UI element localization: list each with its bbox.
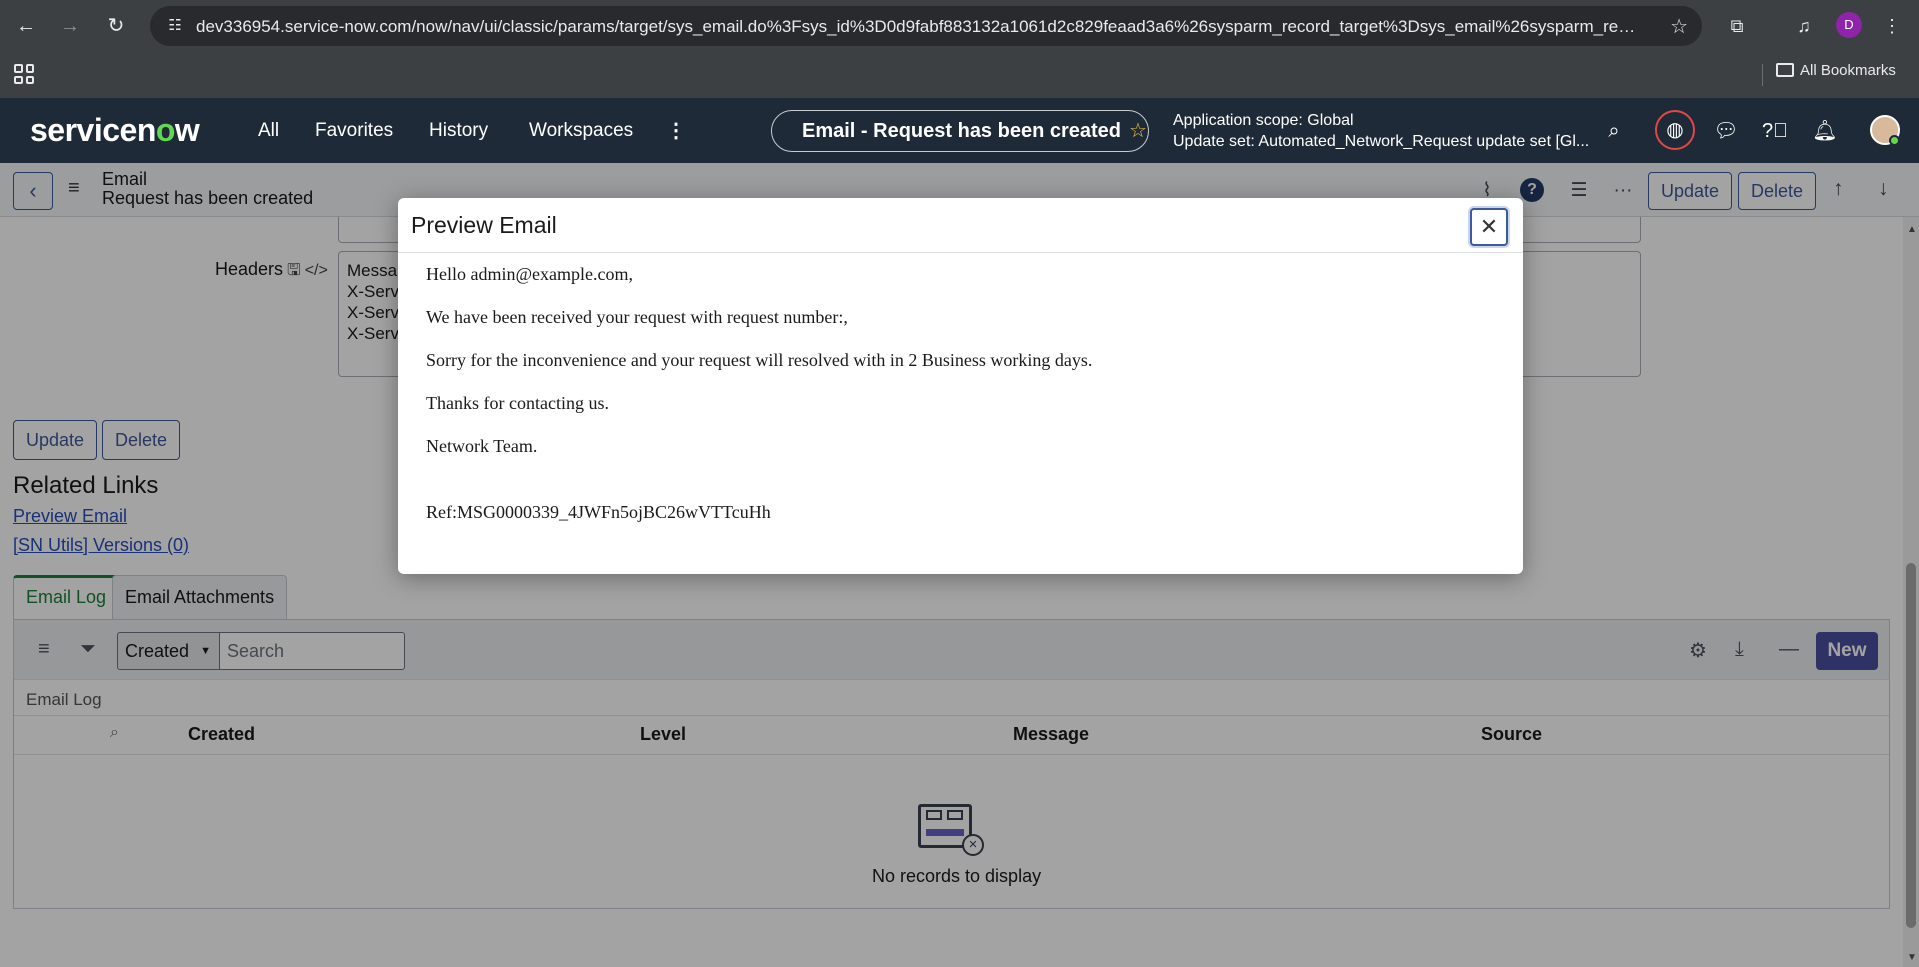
folder-icon xyxy=(1776,63,1794,77)
chat-icon[interactable]: 💬︎ xyxy=(1711,116,1741,146)
apps-grid-icon[interactable] xyxy=(14,64,34,84)
bookmarks-bar: All Bookmarks xyxy=(0,52,1919,98)
bookmark-star-icon[interactable]: ☆ xyxy=(1670,14,1688,39)
email-reference: Ref:MSG0000339_4JWFn5ojBC26wVTTcuHh xyxy=(426,502,771,522)
url-text[interactable]: dev336954.service-now.com/now/nav/ui/cla… xyxy=(196,17,1636,37)
media-control-icon[interactable]: ♫ xyxy=(1790,12,1818,40)
servicenow-logo[interactable]: servicenow xyxy=(30,112,200,149)
back-arrow-icon[interactable]: ← xyxy=(12,12,40,40)
nav-favorites[interactable]: Favorites xyxy=(315,120,393,142)
email-line-thanks: Thanks for contacting us. xyxy=(426,393,609,413)
servicenow-header: servicenow All Favorites History Workspa… xyxy=(0,98,1919,163)
close-icon[interactable]: ✕ xyxy=(1470,208,1508,246)
email-line-apology: Sorry for the inconvenience and your req… xyxy=(426,350,1093,370)
more-menu-icon[interactable]: ⋮ xyxy=(666,118,686,143)
browser-menu-icon[interactable]: ⋮ xyxy=(1878,12,1906,40)
app-scope-info[interactable]: Application scope: Global Update set: Au… xyxy=(1173,110,1589,152)
nav-workspaces[interactable]: Workspaces xyxy=(529,120,633,142)
update-set-label: Update set: Automated_Network_Request up… xyxy=(1173,133,1590,150)
bookmarks-separator xyxy=(1762,64,1763,86)
site-info-icon[interactable]: ☷ xyxy=(164,15,186,37)
app-scope-label: Application scope: Global xyxy=(1173,112,1354,129)
search-icon[interactable]: ⌕ xyxy=(1599,116,1629,146)
nav-history[interactable]: History xyxy=(429,120,488,142)
context-pill[interactable]: Email - Request has been created ☆ xyxy=(771,110,1149,152)
email-line-received: We have been received your request with … xyxy=(426,307,848,327)
reload-icon[interactable]: ↻ xyxy=(102,12,130,40)
extensions-icon[interactable]: ⧉ xyxy=(1723,12,1751,40)
help-icon[interactable]: ?⃝ xyxy=(1760,116,1790,146)
forward-arrow-icon[interactable]: → xyxy=(56,12,84,40)
email-signature: Network Team. xyxy=(426,436,538,456)
presence-status-icon xyxy=(1889,135,1900,146)
modal-header: Preview Email ✕ xyxy=(398,198,1523,253)
favorite-star-icon[interactable]: ☆ xyxy=(1129,120,1147,142)
preview-email-modal: Preview Email ✕ Hello admin@example.com,… xyxy=(398,198,1523,574)
email-greeting: Hello admin@example.com, xyxy=(426,264,634,284)
all-bookmarks-button[interactable]: All Bookmarks xyxy=(1776,62,1896,79)
profile-avatar[interactable]: D xyxy=(1836,12,1862,38)
context-pill-label: Email - Request has been created xyxy=(802,120,1122,142)
globe-icon[interactable]: ◍ xyxy=(1655,110,1695,150)
notification-bell-icon[interactable]: 🔔︎ xyxy=(1810,116,1840,146)
address-bar[interactable]: ☷ dev336954.service-now.com/now/nav/ui/c… xyxy=(150,6,1702,46)
nav-all[interactable]: All xyxy=(258,120,279,142)
all-bookmarks-label: All Bookmarks xyxy=(1800,62,1896,79)
modal-title: Preview Email xyxy=(411,212,557,238)
browser-toolbar: ← → ↻ ☷ dev336954.service-now.com/now/na… xyxy=(0,0,1919,98)
